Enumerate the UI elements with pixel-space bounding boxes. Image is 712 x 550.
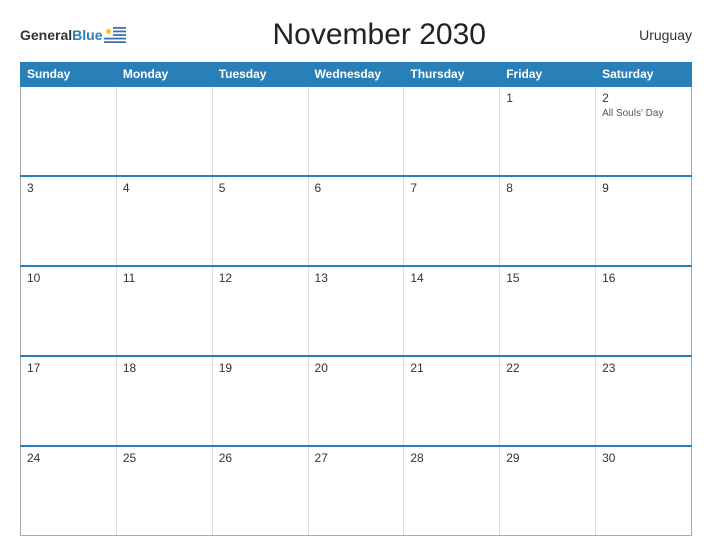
calendar-cell: 21 xyxy=(404,356,500,446)
calendar-cell: 15 xyxy=(500,266,596,356)
calendar-cell: 22 xyxy=(500,356,596,446)
calendar-cell xyxy=(116,86,212,176)
calendar-cell: 23 xyxy=(596,356,692,446)
calendar-cell: 11 xyxy=(116,266,212,356)
calendar-page: GeneralBlue November 2030 Uruguay Sunday… xyxy=(0,0,712,550)
calendar-header: GeneralBlue November 2030 Uruguay xyxy=(20,18,692,52)
day-number: 7 xyxy=(410,181,493,195)
day-number: 8 xyxy=(506,181,589,195)
event-label: All Souls' Day xyxy=(602,107,685,120)
calendar-cell: 30 xyxy=(596,446,692,536)
day-number: 30 xyxy=(602,451,685,465)
calendar-cell xyxy=(404,86,500,176)
day-number: 11 xyxy=(123,271,206,285)
logo-general: General xyxy=(20,27,72,43)
day-number: 21 xyxy=(410,361,493,375)
header-sunday: Sunday xyxy=(21,63,117,87)
day-number: 27 xyxy=(315,451,398,465)
logo-text: GeneralBlue xyxy=(20,27,102,43)
calendar-cell: 18 xyxy=(116,356,212,446)
day-number: 25 xyxy=(123,451,206,465)
day-number: 29 xyxy=(506,451,589,465)
calendar-week-row: 10 11 12 13 14 15 16 xyxy=(21,266,692,356)
calendar-cell: 3 xyxy=(21,176,117,266)
calendar-cell: 1 xyxy=(500,86,596,176)
day-number: 19 xyxy=(219,361,302,375)
day-number: 14 xyxy=(410,271,493,285)
calendar-cell: 24 xyxy=(21,446,117,536)
day-number: 12 xyxy=(219,271,302,285)
calendar-cell: 8 xyxy=(500,176,596,266)
day-number: 4 xyxy=(123,181,206,195)
calendar-cell: 29 xyxy=(500,446,596,536)
calendar-cell: 9 xyxy=(596,176,692,266)
calendar-table: Sunday Monday Tuesday Wednesday Thursday… xyxy=(20,62,692,536)
logo: GeneralBlue xyxy=(20,27,126,43)
calendar-cell: 20 xyxy=(308,356,404,446)
calendar-cell xyxy=(212,86,308,176)
uruguay-flag-icon xyxy=(104,27,126,43)
calendar-week-row: 17 18 19 20 21 22 23 xyxy=(21,356,692,446)
calendar-cell: 28 xyxy=(404,446,500,536)
day-number: 6 xyxy=(315,181,398,195)
calendar-cell: 13 xyxy=(308,266,404,356)
calendar-cell: 4 xyxy=(116,176,212,266)
calendar-cell: 17 xyxy=(21,356,117,446)
day-number: 9 xyxy=(602,181,685,195)
calendar-cell: 27 xyxy=(308,446,404,536)
day-number: 20 xyxy=(315,361,398,375)
day-number: 15 xyxy=(506,271,589,285)
header-wednesday: Wednesday xyxy=(308,63,404,87)
header-tuesday: Tuesday xyxy=(212,63,308,87)
day-number: 22 xyxy=(506,361,589,375)
day-number: 16 xyxy=(602,271,685,285)
calendar-cell: 6 xyxy=(308,176,404,266)
calendar-cell: 5 xyxy=(212,176,308,266)
calendar-cell: 19 xyxy=(212,356,308,446)
calendar-week-row: 24 25 26 27 28 29 30 xyxy=(21,446,692,536)
logo-blue: Blue xyxy=(72,27,102,43)
calendar-cell xyxy=(21,86,117,176)
day-number: 13 xyxy=(315,271,398,285)
calendar-week-row: 3456789 xyxy=(21,176,692,266)
calendar-cell: 14 xyxy=(404,266,500,356)
calendar-cell: 16 xyxy=(596,266,692,356)
header-friday: Friday xyxy=(500,63,596,87)
day-number: 18 xyxy=(123,361,206,375)
day-number: 1 xyxy=(506,91,589,105)
calendar-title: November 2030 xyxy=(126,18,632,52)
day-number: 23 xyxy=(602,361,685,375)
day-number: 5 xyxy=(219,181,302,195)
day-number: 24 xyxy=(27,451,110,465)
calendar-cell: 12 xyxy=(212,266,308,356)
day-number: 2 xyxy=(602,91,685,105)
day-number: 28 xyxy=(410,451,493,465)
header-saturday: Saturday xyxy=(596,63,692,87)
header-monday: Monday xyxy=(116,63,212,87)
calendar-week-row: 12 All Souls' Day xyxy=(21,86,692,176)
calendar-cell xyxy=(308,86,404,176)
day-number: 17 xyxy=(27,361,110,375)
calendar-cell: 25 xyxy=(116,446,212,536)
day-number: 10 xyxy=(27,271,110,285)
calendar-cell: 10 xyxy=(21,266,117,356)
calendar-cell: 2 All Souls' Day xyxy=(596,86,692,176)
day-number: 26 xyxy=(219,451,302,465)
day-number: 3 xyxy=(27,181,110,195)
calendar-cell: 26 xyxy=(212,446,308,536)
country-label: Uruguay xyxy=(632,27,692,43)
header-thursday: Thursday xyxy=(404,63,500,87)
calendar-cell: 7 xyxy=(404,176,500,266)
weekday-header-row: Sunday Monday Tuesday Wednesday Thursday… xyxy=(21,63,692,87)
